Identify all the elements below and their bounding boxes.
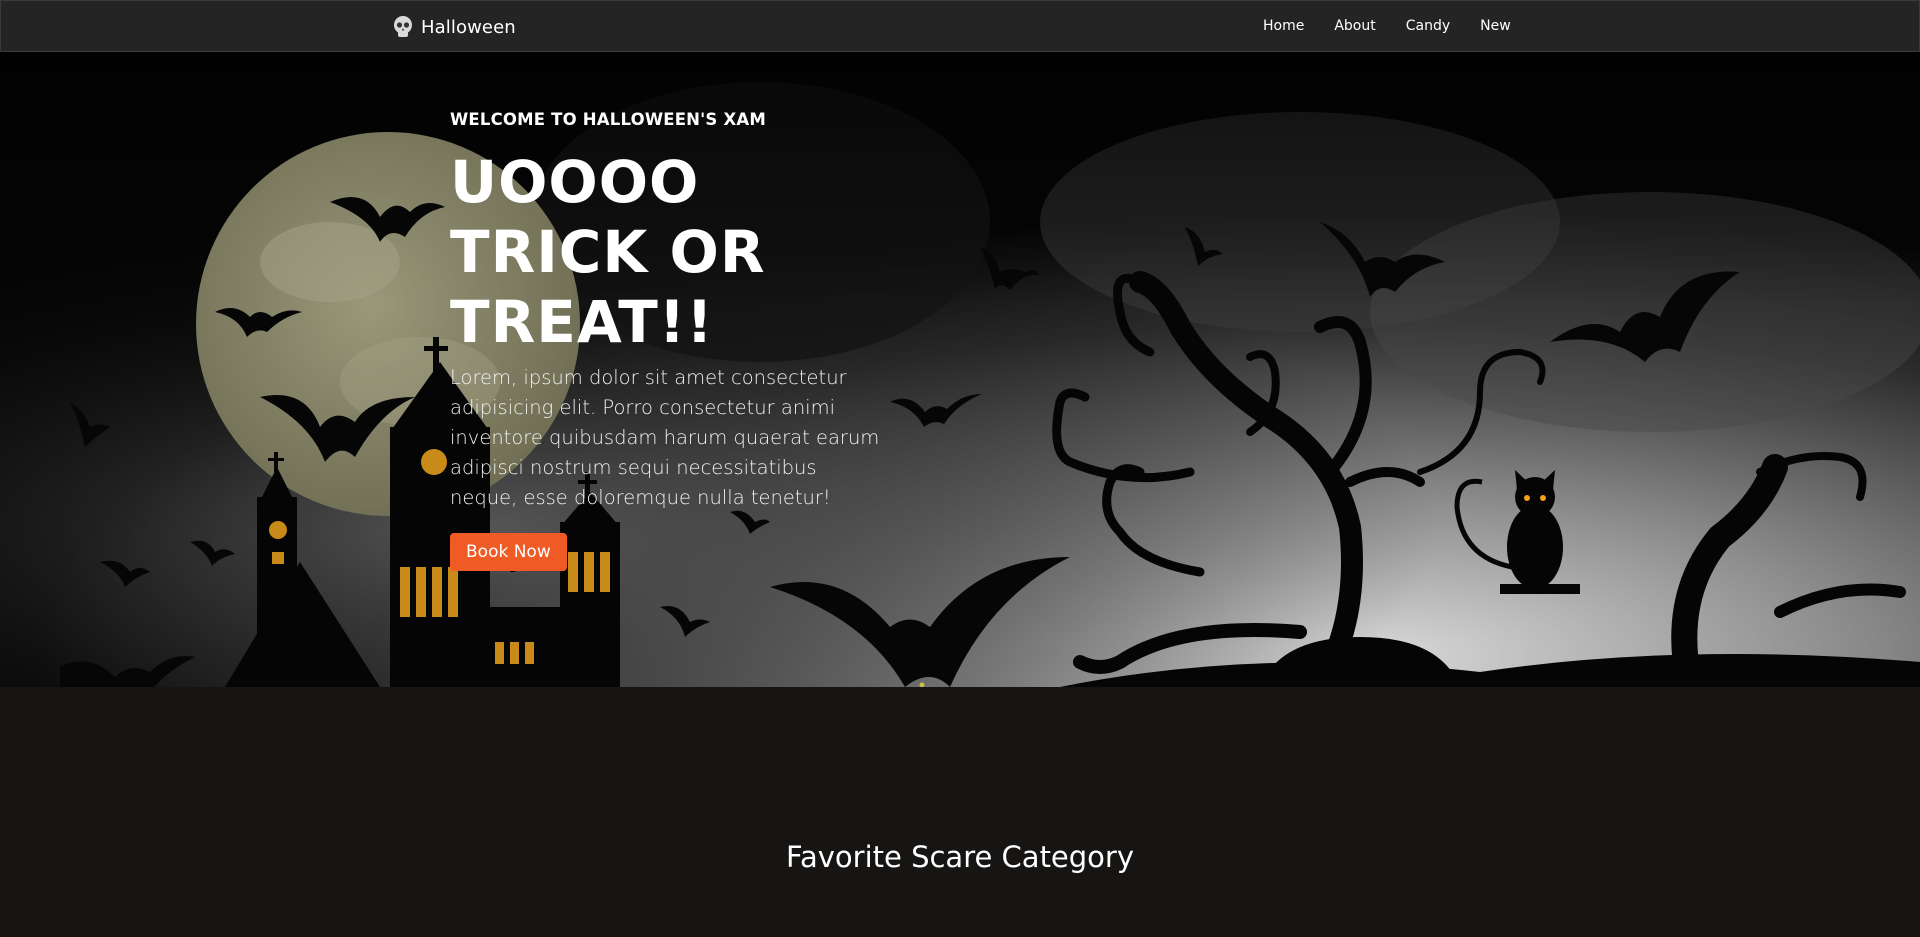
nav-link-about[interactable]: About xyxy=(1334,18,1375,34)
brand-name: Halloween xyxy=(421,16,516,38)
hero-background-illustration xyxy=(0,52,1920,687)
book-now-button[interactable]: Book Now xyxy=(450,533,567,571)
nav-link-home[interactable]: Home xyxy=(1263,18,1304,34)
nav-links: Home About Candy New xyxy=(1263,18,1511,34)
nav-link-new[interactable]: New xyxy=(1480,18,1511,34)
hero-description: Lorem, ipsum dolor sit amet consectetur … xyxy=(450,366,880,509)
hero-headline: UOOOO TRICK OR TREAT!! xyxy=(450,147,890,357)
hero-section: WELCOME TO HALLOWEEN'S XAM UOOOO TRICK O… xyxy=(0,52,1920,687)
section-title: Favorite Scare Category xyxy=(785,840,1135,874)
skull-icon xyxy=(394,16,412,37)
nav-link-candy[interactable]: Candy xyxy=(1406,18,1450,34)
hero-kicker: WELCOME TO HALLOWEEN'S XAM xyxy=(450,110,766,129)
navbar: Halloween Home About Candy New xyxy=(0,0,1920,52)
brand-link[interactable]: Halloween xyxy=(391,15,516,39)
hero-content: WELCOME TO HALLOWEEN'S XAM UOOOO TRICK O… xyxy=(450,110,890,571)
hero-headline-line-1: UOOOO xyxy=(450,148,700,216)
hero-headline-line-3: TREAT!! xyxy=(450,288,714,356)
hero-headline-line-2: TRICK OR xyxy=(450,218,766,286)
